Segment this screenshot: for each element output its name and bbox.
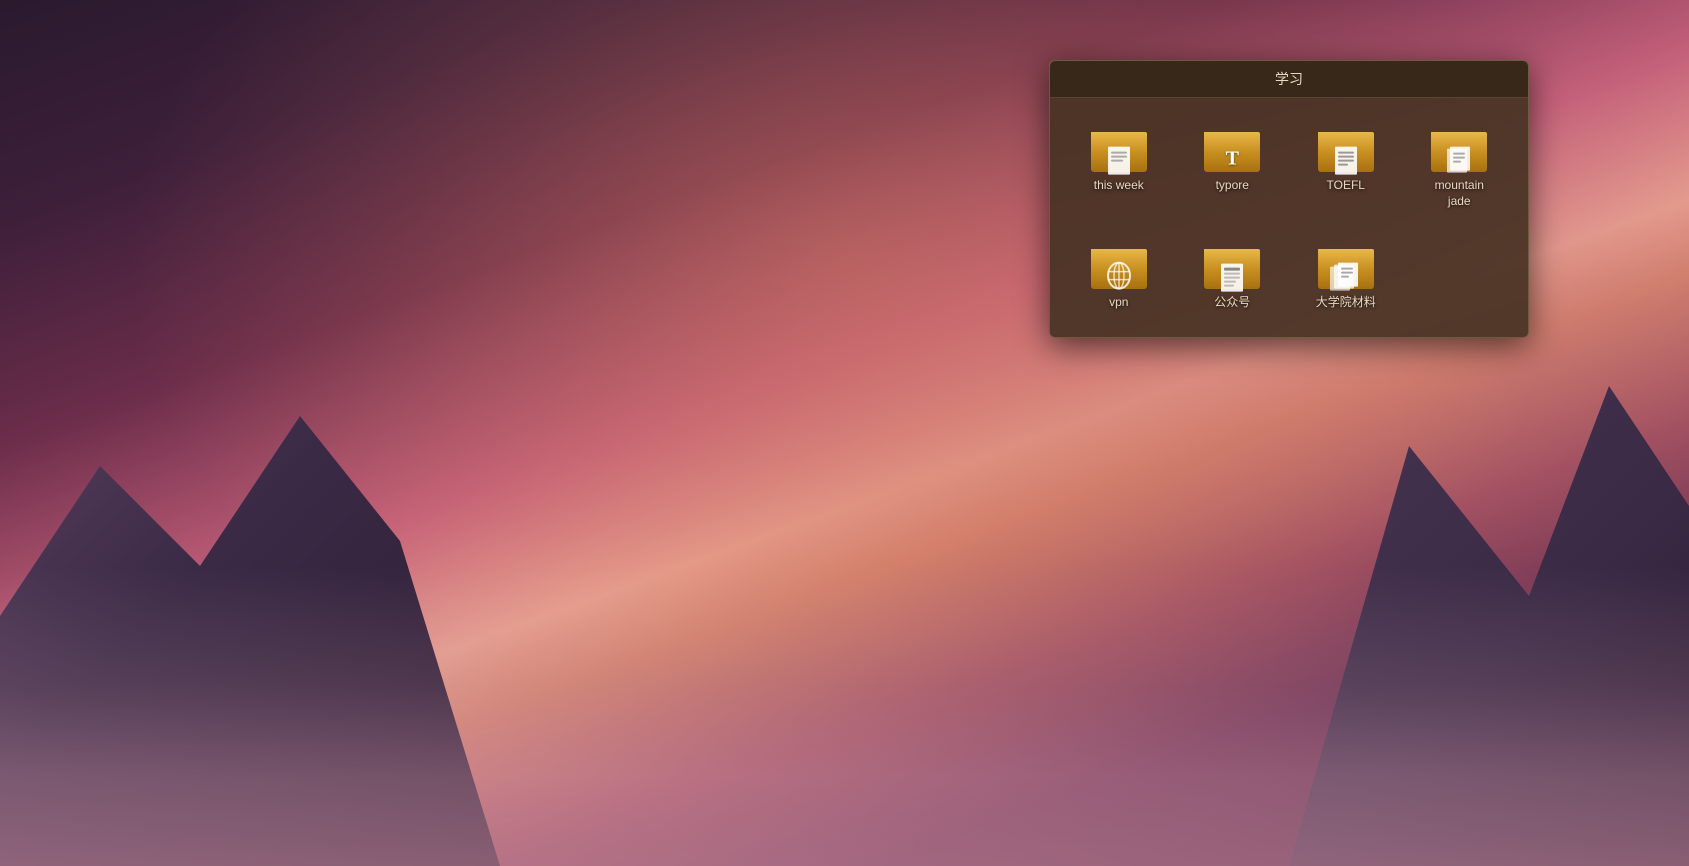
mountain-jade-icon (1445, 145, 1473, 182)
folder-icon-university-materials (1318, 241, 1374, 289)
folder-title: 学习 (1275, 71, 1303, 87)
folder-icon-vpn (1091, 241, 1147, 289)
gongzhonghao-icon (1218, 262, 1246, 299)
folder-item-mountain-jade[interactable]: mountain jade (1407, 118, 1513, 215)
folder-icon-mountain-jade (1431, 124, 1487, 172)
folder-content-row2: vpn (1050, 235, 1528, 337)
folder-label-typore: typore (1216, 178, 1249, 194)
folder-window: 学习 this week (1049, 60, 1529, 338)
folder-icon-typore: T (1204, 124, 1260, 172)
vpn-icon (1105, 262, 1133, 299)
folder-content-row1: this week T typore (1050, 98, 1528, 235)
folder-item-vpn[interactable]: vpn (1066, 235, 1172, 317)
folder-item-typore[interactable]: T typore (1180, 118, 1286, 215)
folder-item-this-week[interactable]: this week (1066, 118, 1172, 215)
this-week-icon (1105, 145, 1133, 182)
folder-item-toefl[interactable]: TOEFL (1293, 118, 1399, 215)
folder-item-gongzhonghao[interactable]: 公众号 (1180, 235, 1286, 317)
folder-icon-this-week (1091, 124, 1147, 172)
typore-icon: T (1226, 147, 1239, 170)
folder-icon-toefl (1318, 124, 1374, 172)
folder-titlebar: 学习 (1050, 61, 1528, 98)
blossom-overlay (0, 566, 1689, 866)
folder-label-mountain-jade: mountain jade (1435, 178, 1484, 209)
folder-item-university-materials[interactable]: 大学院材料 (1293, 235, 1399, 317)
folder-icon-gongzhonghao (1204, 241, 1260, 289)
university-materials-icon (1330, 262, 1362, 299)
toefl-icon (1332, 145, 1360, 182)
folder-row2-empty (1407, 235, 1513, 317)
